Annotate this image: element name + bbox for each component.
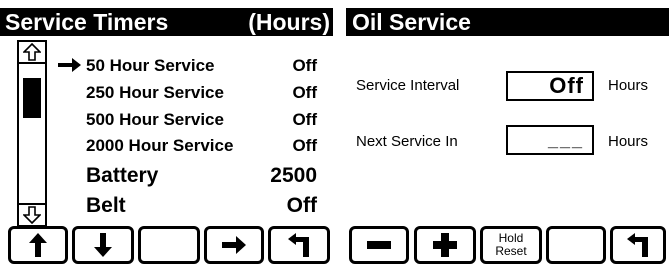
list-item-value: 2500 xyxy=(270,164,317,187)
list-item[interactable]: 50 Hour Service xyxy=(86,56,215,76)
next-service-field: ___ xyxy=(506,125,594,155)
down-button[interactable] xyxy=(72,226,134,264)
right-button[interactable] xyxy=(204,226,264,264)
blank-button[interactable] xyxy=(138,226,200,264)
list-item-value: Off xyxy=(292,56,317,75)
up-button[interactable] xyxy=(8,226,68,264)
blank-button[interactable] xyxy=(546,226,606,264)
down-arrow-icon xyxy=(94,233,112,257)
hold-reset-button[interactable]: Hold Reset xyxy=(480,226,542,264)
service-interval-unit: Hours xyxy=(608,77,649,94)
list-item[interactable]: Belt xyxy=(86,194,126,218)
up-arrow-icon xyxy=(29,233,47,257)
scroll-down-button[interactable] xyxy=(19,203,45,225)
next-service-unit: Hours xyxy=(608,133,649,150)
title-bar: Oil Service xyxy=(346,8,669,36)
back-button[interactable] xyxy=(268,226,330,264)
title-unit: (Hours) xyxy=(248,9,330,35)
title-bar: Service Timers (Hours) xyxy=(0,8,333,36)
list-item[interactable]: 2000 Hour Service xyxy=(86,136,233,156)
list-item[interactable]: Battery xyxy=(86,164,158,188)
increase-button[interactable] xyxy=(414,226,476,264)
list-item[interactable]: 500 Hour Service xyxy=(86,110,224,130)
page-title: Oil Service xyxy=(352,9,471,35)
decrease-button[interactable] xyxy=(349,226,409,264)
list-item-value: Off xyxy=(292,136,317,155)
scroll-up-icon xyxy=(23,43,41,61)
hold-reset-label: Hold Reset xyxy=(495,231,527,258)
page-title: Service Timers xyxy=(5,9,169,35)
list-item-value: Off xyxy=(292,83,317,102)
scroll-down-icon xyxy=(23,206,41,224)
next-service-value: ___ xyxy=(547,130,584,150)
service-interval-value: Off xyxy=(549,73,584,98)
list-item-value: Off xyxy=(286,194,317,217)
right-arrow-icon xyxy=(222,236,246,254)
back-return-icon xyxy=(627,233,648,257)
next-service-label: Next Service In xyxy=(356,133,458,150)
back-return-icon xyxy=(288,233,309,257)
plus-icon xyxy=(433,233,457,257)
oil-service-screen: Oil Service Service Interval Off Hours N… xyxy=(346,0,669,265)
scrollbar[interactable] xyxy=(17,40,47,227)
scroll-thumb[interactable] xyxy=(23,78,41,118)
minus-icon xyxy=(367,241,391,249)
scroll-up-button[interactable] xyxy=(19,42,45,64)
service-interval-field[interactable]: Off xyxy=(506,71,594,101)
list-item-value: Off xyxy=(292,110,317,129)
service-timers-screen: Service Timers (Hours) 50 Hour Service O… xyxy=(0,0,333,265)
list-item[interactable]: 250 Hour Service xyxy=(86,83,224,103)
service-interval-label: Service Interval xyxy=(356,77,460,94)
back-button[interactable] xyxy=(610,226,666,264)
selection-arrow-icon xyxy=(58,58,81,72)
